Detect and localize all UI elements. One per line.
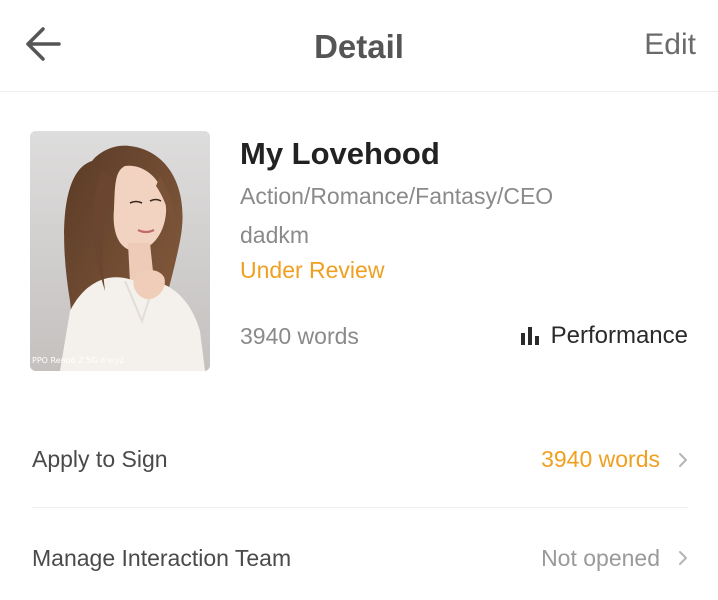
book-genres: Action/Romance/Fantasy/CEO <box>240 183 554 209</box>
detail-screen: Detail Edit PPO Reno6 Z 5G ถ่ายรูป My Lo… <box>0 0 718 600</box>
manage-interaction-team-row[interactable]: Manage Interaction Team Not opened <box>32 510 688 600</box>
apply-to-sign-row[interactable]: Apply to Sign 3940 words <box>32 412 688 508</box>
book-cover-image[interactable]: PPO Reno6 Z 5G ถ่ายรูป <box>30 131 210 371</box>
apply-to-sign-value: 3940 words <box>541 446 660 472</box>
book-title: My Lovehood <box>240 136 440 171</box>
edit-button[interactable]: Edit <box>644 28 696 62</box>
top-bar: Detail Edit <box>0 0 718 92</box>
page-title: Detail <box>314 28 404 65</box>
performance-label: Performance <box>550 322 688 349</box>
review-status: Under Review <box>240 257 385 283</box>
chevron-right-icon <box>678 550 688 566</box>
cover-photo <box>30 131 210 371</box>
manage-interaction-team-value: Not opened <box>541 544 660 571</box>
word-count: 3940 words <box>240 323 359 349</box>
manage-interaction-team-right: Not opened <box>541 545 688 572</box>
performance-button[interactable]: Performance <box>520 322 688 350</box>
apply-to-sign-label: Apply to Sign <box>32 446 168 472</box>
chevron-right-icon <box>678 452 688 468</box>
apply-to-sign-right: 3940 words <box>541 446 688 473</box>
manage-interaction-team-label: Manage Interaction Team <box>32 544 292 571</box>
arrow-left-icon <box>26 27 61 61</box>
camera-watermark: PPO Reno6 Z 5G ถ่ายรูป <box>32 356 124 365</box>
back-button[interactable] <box>18 22 66 66</box>
bar-chart-icon <box>520 327 541 345</box>
book-author: dadkm <box>240 222 310 248</box>
